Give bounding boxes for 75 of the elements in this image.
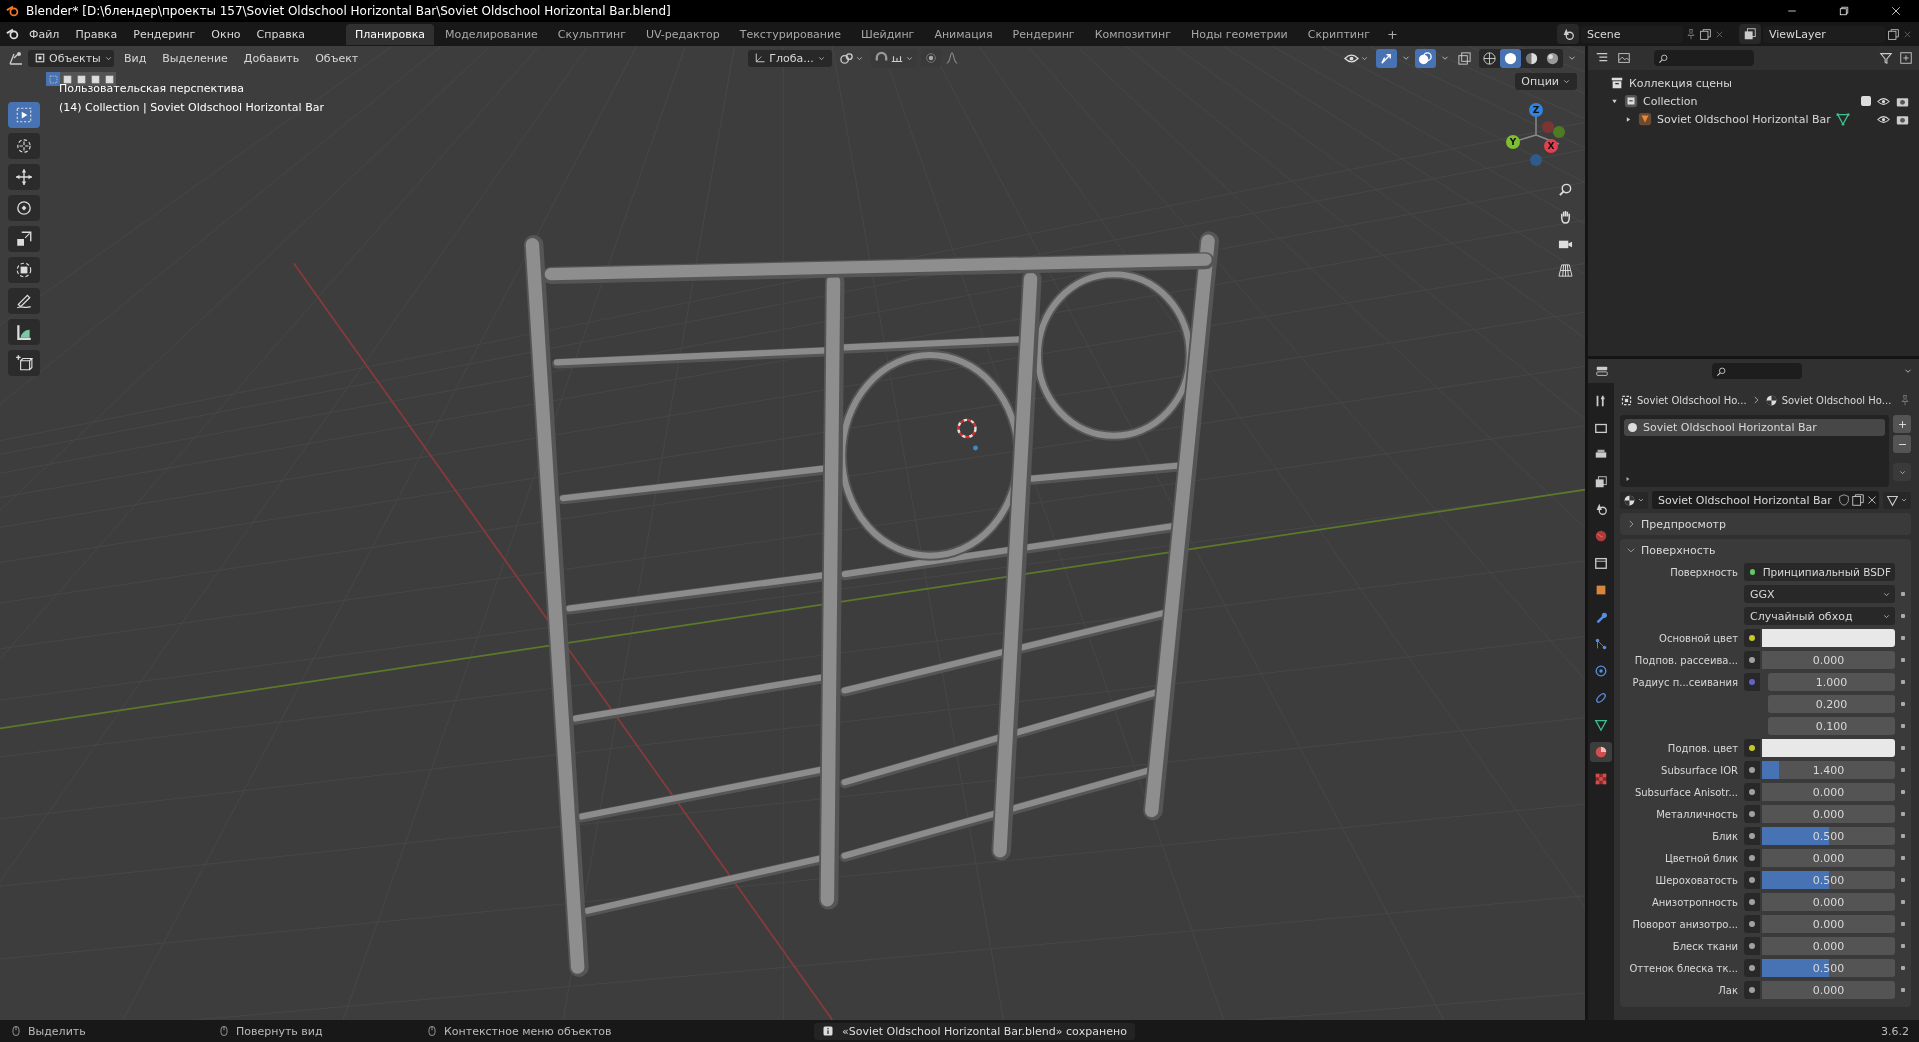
- property-label: Шероховатость: [1655, 874, 1739, 886]
- number-field[interactable]: 0.000: [1762, 937, 1895, 955]
- workspace-tab[interactable]: Планировка: [346, 23, 434, 45]
- number-field[interactable]: 0.000: [1762, 783, 1895, 801]
- property-label: Поверхность: [1670, 566, 1739, 578]
- dropdown[interactable]: GGX: [1744, 585, 1895, 603]
- workspace-tab[interactable]: Анимация: [925, 23, 1002, 45]
- status-hint: Контекстное меню объектов: [444, 1024, 612, 1038]
- status-hint: Выделить: [28, 1024, 86, 1038]
- workspace-tab[interactable]: Моделирование: [436, 23, 547, 45]
- number-field[interactable]: 1.000: [1768, 673, 1895, 691]
- material-name-field[interactable]: Soviet Oldschool Horizontal Bar: [1652, 491, 1879, 509]
- number-field[interactable]: 0.200: [1768, 695, 1895, 713]
- status-message: «Soviet Oldschool Horizontal Bar.blend» сохранено: [814, 1022, 1135, 1040]
- outliner-item[interactable]: Коллекция сцены: [1629, 76, 1732, 90]
- property-label: Поворот анизотро...: [1632, 918, 1739, 930]
- material-slot[interactable]: Soviet Oldschool Horizontal Bar: [1624, 419, 1885, 436]
- number-field[interactable]: 0.000: [1762, 915, 1895, 933]
- menu-item[interactable]: Рендеринг: [126, 24, 203, 44]
- window-title: Blender* [D:\блендер\проекты 157\Soviet Oldschool Horizontal Bar\Soviet Oldschool Horizontal Bar.blend]: [26, 4, 671, 18]
- property-label: Subsurface IOR: [1661, 764, 1739, 776]
- property-label: Блик: [1712, 830, 1739, 842]
- orientation-dropdown[interactable]: Глоба...: [748, 49, 832, 67]
- menu-item[interactable]: Правка: [68, 24, 125, 44]
- property-label: Оттенок блеска тк...: [1629, 962, 1739, 974]
- value-slider[interactable]: 1.400: [1762, 761, 1895, 779]
- outliner-item[interactable]: Collection: [1643, 94, 1698, 108]
- property-label: Основной цвет: [1659, 632, 1739, 644]
- property-label: Подпов. цвет: [1667, 742, 1739, 754]
- workspace-tab[interactable]: Рендеринг: [1003, 23, 1084, 45]
- version-text: 3.6.2: [1881, 1024, 1909, 1038]
- viewport-info-text: (14) Collection | Soviet Oldschool Horizontal Bar: [59, 101, 324, 114]
- menu-item[interactable]: Добавить: [237, 48, 306, 68]
- menu-item[interactable]: Выделение: [156, 48, 234, 68]
- outliner-item[interactable]: Soviet Oldschool Horizontal Bar: [1657, 112, 1831, 126]
- menu-item[interactable]: Файл: [22, 24, 67, 44]
- workspace-tab[interactable]: UV-редактор: [636, 23, 729, 45]
- number-field[interactable]: 0.000: [1762, 805, 1895, 823]
- shader-field[interactable]: Принципиальный BSDF: [1744, 563, 1895, 581]
- scene-field[interactable]: Scene: [1581, 25, 1683, 43]
- number-field[interactable]: 0.000: [1762, 651, 1895, 669]
- workspace-tab[interactable]: Скульптинг: [548, 23, 635, 45]
- workspace-tab[interactable]: Шейдинг: [851, 23, 924, 45]
- panel-header[interactable]: Поверхность: [1620, 539, 1911, 561]
- options-dropdown[interactable]: Опции: [1515, 73, 1577, 90]
- property-label: Блеск ткани: [1672, 940, 1739, 952]
- breadcrumb-item[interactable]: Soviet Oldschool Ho...: [1781, 394, 1892, 406]
- menu-item[interactable]: Объект: [309, 48, 365, 68]
- add-workspace-button[interactable]: +: [1380, 24, 1404, 44]
- property-label: Подпов. рассеива...: [1634, 654, 1739, 666]
- number-field[interactable]: 0.000: [1762, 849, 1895, 867]
- menu-item[interactable]: Справка: [249, 24, 313, 44]
- status-hint: Повернуть вид: [236, 1024, 323, 1038]
- workspace-tab[interactable]: Текстурирование: [730, 23, 850, 45]
- property-label: Лак: [1718, 984, 1739, 996]
- property-label: Subsurface Anisotr...: [1634, 786, 1739, 798]
- number-field[interactable]: 0.000: [1762, 893, 1895, 911]
- navigation-gizmo[interactable]: Z Y X: [1501, 100, 1571, 170]
- menu-item[interactable]: Окно: [204, 24, 248, 44]
- panel-header[interactable]: Предпросмотр: [1620, 513, 1911, 535]
- workspace-tab[interactable]: Ноды геометрии: [1181, 23, 1297, 45]
- menu-item[interactable]: Вид: [118, 48, 153, 68]
- breadcrumb-item[interactable]: Soviet Oldschool Ho...: [1637, 394, 1747, 406]
- viewport-info-text: Пользовательская перспектива: [59, 82, 245, 95]
- number-field[interactable]: 0.000: [1762, 981, 1895, 999]
- view-layer-field[interactable]: ViewLayer: [1763, 25, 1885, 43]
- dropdown[interactable]: Случайный обход: [1744, 607, 1895, 625]
- property-label: Радиус п...сеивания: [1632, 676, 1739, 688]
- property-label: Цветной блик: [1664, 852, 1739, 864]
- number-field[interactable]: 0.100: [1768, 717, 1895, 735]
- property-label: Металличность: [1656, 808, 1739, 820]
- mode-dropdown[interactable]: Объекты: [28, 49, 114, 67]
- property-label: Анизотропность: [1652, 896, 1739, 908]
- workspace-tab[interactable]: Скриптинг: [1298, 23, 1379, 45]
- workspace-tab[interactable]: Композитинг: [1085, 23, 1180, 45]
